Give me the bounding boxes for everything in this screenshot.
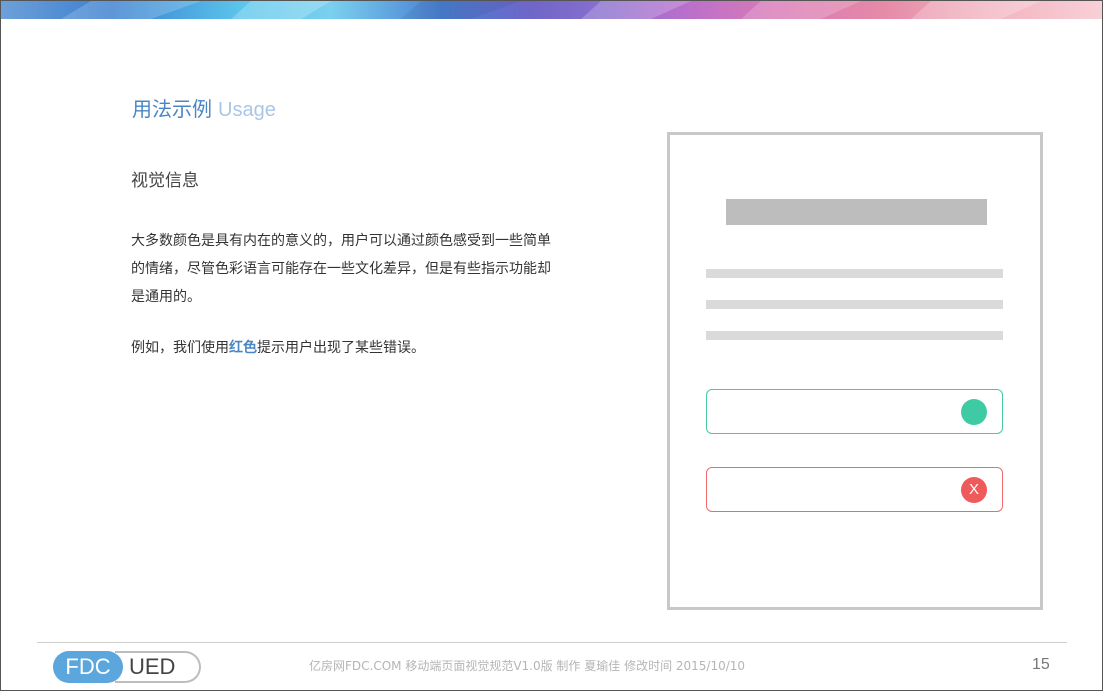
logo-fdc-text: FDC [53,651,123,683]
error-input-field: X [706,467,1003,512]
form-mockup: X [667,132,1043,610]
example-suffix: 提示用户出现了某些错误。 [257,340,425,356]
logo-ued-text: UED [115,651,201,683]
success-input-field [706,389,1003,434]
slide: 用法示例 Usage 视觉信息 大多数颜色是具有内在的意义的，用户可以通过颜色感受… [0,0,1103,691]
footer-divider [37,642,1067,643]
banner-polygons [61,1,1041,19]
error-x-icon: X [961,477,987,503]
example-paragraph: 例如，我们使用红色提示用户出现了某些错误。 [131,336,425,360]
header-banner [1,1,1102,19]
section-title-zh: 用法示例 [132,97,212,121]
example-highlight: 红色 [229,340,257,356]
body-paragraph: 大多数颜色是具有内在的意义的，用户可以通过颜色感受到一些简单的情绪，尽管色彩语言… [131,233,551,305]
footer-caption: 亿房网FDC.COM 移动端页面视觉规范V1.0版 制作 夏瑜佳 修改时间 20… [309,659,746,673]
success-indicator-icon [961,399,987,425]
example-prefix: 例如，我们使用 [131,340,229,356]
mockup-title-placeholder [726,199,987,225]
sub-heading: 视觉信息 [131,171,199,191]
mockup-text-line [706,300,1003,309]
mockup-text-line [706,269,1003,278]
section-title: 用法示例 Usage [132,96,276,123]
section-title-en: Usage [218,99,276,121]
mockup-text-line [706,331,1003,340]
page-number: 15 [1032,656,1050,673]
